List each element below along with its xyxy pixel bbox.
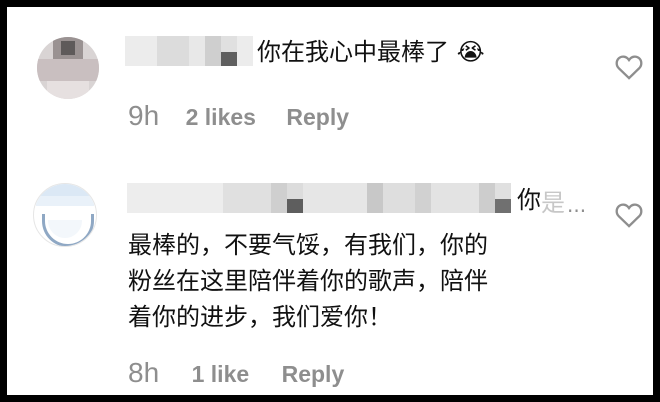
more-ellipsis[interactable]: ... (567, 193, 586, 217)
likes-count[interactable]: 1 like (192, 361, 250, 387)
comment-text-first: 你 (517, 186, 541, 214)
comment-text-line: 着你的进步，我们爱你！ (128, 303, 392, 331)
avatar[interactable] (37, 37, 99, 99)
heart-icon[interactable] (615, 54, 643, 80)
avatar[interactable] (33, 183, 97, 247)
comment-time: 9h (128, 100, 160, 131)
comment-meta: 9h 2 likes Reply (128, 100, 349, 132)
heart-icon[interactable] (615, 202, 643, 228)
comment-meta: 8h 1 like Reply (128, 357, 344, 389)
reply-button[interactable]: Reply (282, 361, 345, 387)
likes-count[interactable]: 2 likes (186, 104, 256, 130)
faded-text: 是 (541, 189, 565, 217)
reply-button[interactable]: Reply (286, 104, 349, 130)
comment-text: 你在我心中最棒了 😭 (257, 38, 485, 66)
comment-text-line: 粉丝在这里陪伴着你的歌声，陪伴 (128, 267, 488, 295)
blurred-username[interactable] (127, 183, 511, 213)
comments-panel: 你在我心中最棒了 😭 9h 2 likes Reply 你 是 ... 最棒的，… (7, 7, 653, 395)
comment-text-line: 最棒的，不要气馁，有我们，你的 (128, 231, 488, 259)
comment-time: 8h (128, 357, 160, 388)
blurred-username[interactable] (125, 36, 253, 66)
